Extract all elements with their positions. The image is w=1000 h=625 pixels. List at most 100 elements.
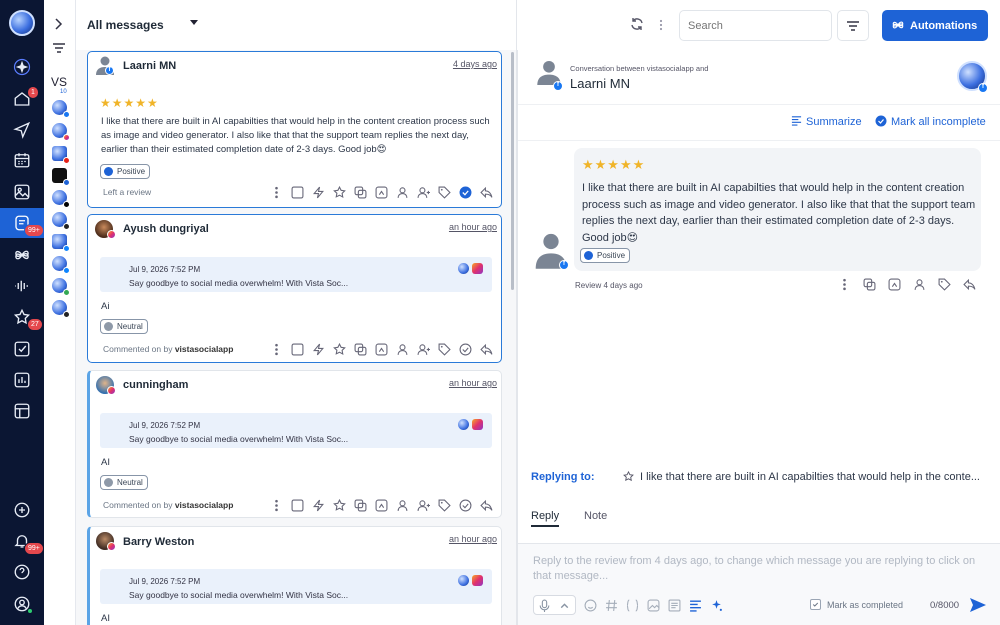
- filter-button[interactable]: [837, 10, 869, 41]
- summarize-icon[interactable]: [689, 599, 702, 612]
- nav-integrations[interactable]: [7, 240, 37, 270]
- complete-check-icon[interactable]: [459, 499, 472, 512]
- quoted-post[interactable]: Jul 9, 2026 7:52 PM Say goodbye to socia…: [100, 413, 492, 448]
- image-icon[interactable]: [375, 499, 388, 512]
- nav-home[interactable]: 1: [7, 84, 39, 114]
- reply-icon[interactable]: [480, 186, 493, 199]
- more-options-icon[interactable]: [270, 186, 283, 199]
- copy-icon[interactable]: [354, 499, 367, 512]
- nav-media[interactable]: [7, 177, 37, 207]
- hashtag-icon[interactable]: [605, 599, 618, 612]
- image-icon[interactable]: [375, 343, 388, 356]
- profile-avatar-tiktok[interactable]: [52, 168, 70, 186]
- summarize-button[interactable]: Summarize: [791, 115, 862, 128]
- checkbox[interactable]: [810, 599, 821, 610]
- nav-inbox[interactable]: 99+: [0, 208, 44, 238]
- profile-avatar-youtube[interactable]: [52, 146, 70, 164]
- message-card[interactable]: Barry Weston an hour ago Jul 9, 2026 7:5…: [87, 526, 502, 625]
- reply-icon[interactable]: [963, 278, 976, 291]
- ai-assistant-icon[interactable]: [710, 599, 723, 612]
- profile-avatar-appstore[interactable]: [52, 256, 70, 274]
- send-button[interactable]: [968, 595, 988, 618]
- assign-user-icon[interactable]: [396, 499, 409, 512]
- nav-reports[interactable]: [7, 365, 37, 395]
- quoted-post[interactable]: Jul 9, 2026 7:52 PM Say goodbye to socia…: [100, 569, 492, 604]
- assign-user-icon[interactable]: [396, 186, 409, 199]
- profile-avatar-facebook[interactable]: [52, 100, 70, 118]
- reply-input[interactable]: Reply to the review from 4 days ago, to …: [533, 554, 978, 584]
- review-message-bubble[interactable]: ★★★★★ I like that there are built in AI …: [574, 148, 981, 271]
- saved-replies-icon[interactable]: [668, 599, 681, 612]
- image-upload-icon[interactable]: [647, 599, 660, 612]
- user-account-icon[interactable]: [7, 589, 37, 619]
- message-card[interactable]: cunningham an hour ago Jul 9, 2026 7:52 …: [87, 370, 502, 518]
- tag-icon[interactable]: [438, 499, 451, 512]
- refresh-icon[interactable]: [630, 17, 644, 34]
- notifications-bell-icon[interactable]: 99+: [7, 526, 44, 556]
- select-checkbox-icon[interactable]: [291, 186, 304, 199]
- assign-user-icon[interactable]: [396, 343, 409, 356]
- assign-team-icon[interactable]: [417, 186, 430, 199]
- profile-avatar-googleplay[interactable]: [52, 278, 70, 296]
- nav-reviews[interactable]: 27: [7, 302, 43, 332]
- profile-avatar-bluesky[interactable]: [52, 234, 70, 252]
- more-options-icon[interactable]: [838, 278, 851, 291]
- copy-icon[interactable]: [354, 343, 367, 356]
- vista-logo-icon[interactable]: [9, 10, 35, 36]
- caret-down-icon[interactable]: [190, 20, 198, 25]
- reply-icon[interactable]: [480, 499, 493, 512]
- star-icon[interactable]: [333, 343, 346, 356]
- image-icon[interactable]: [375, 186, 388, 199]
- quoted-post[interactable]: Jul 9, 2026 7:52 PM Say goodbye to socia…: [100, 257, 492, 292]
- list-scrollbar[interactable]: [511, 52, 514, 290]
- assign-team-icon[interactable]: [417, 343, 430, 356]
- star-icon[interactable]: [333, 186, 346, 199]
- message-time[interactable]: an hour ago: [449, 378, 497, 388]
- assign-team-icon[interactable]: [417, 499, 430, 512]
- tag-icon[interactable]: [938, 278, 951, 291]
- ai-assist-icon[interactable]: [312, 499, 325, 512]
- emoji-icon[interactable]: [584, 599, 597, 612]
- nav-publish[interactable]: [7, 115, 37, 145]
- expand-chevron-icon[interactable]: [54, 17, 64, 33]
- mark-all-incomplete-button[interactable]: Mark all incomplete: [875, 115, 986, 128]
- image-icon[interactable]: [888, 278, 901, 291]
- tab-note[interactable]: Note: [584, 510, 607, 522]
- variables-icon[interactable]: [626, 599, 639, 612]
- select-checkbox-icon[interactable]: [291, 343, 304, 356]
- nav-templates[interactable]: [7, 396, 37, 426]
- ai-assist-icon[interactable]: [312, 343, 325, 356]
- profile-avatar-other[interactable]: [52, 300, 70, 318]
- copy-icon[interactable]: [863, 278, 876, 291]
- more-options-icon[interactable]: [270, 499, 283, 512]
- nav-tasks[interactable]: [7, 334, 37, 364]
- profile-filter-icon[interactable]: [53, 42, 65, 56]
- automations-button[interactable]: Automations: [882, 10, 988, 41]
- message-card[interactable]: f Laarni MN 4 days ago ★★★★★ I like that…: [87, 51, 502, 208]
- tab-reply[interactable]: Reply: [531, 510, 560, 527]
- add-icon[interactable]: [7, 495, 37, 525]
- help-icon[interactable]: [7, 557, 37, 587]
- reply-icon[interactable]: [480, 343, 493, 356]
- reply-composer[interactable]: Reply to the review from 4 days ago, to …: [518, 543, 1000, 625]
- more-options-icon[interactable]: [658, 18, 664, 35]
- mark-as-completed-checkbox[interactable]: Mark as completed: [810, 599, 903, 610]
- search-input[interactable]: [679, 10, 832, 41]
- message-card[interactable]: Ayush dungriyal an hour ago Jul 9, 2026 …: [87, 214, 502, 363]
- profile-avatar-x[interactable]: [52, 190, 70, 208]
- message-time[interactable]: an hour ago: [449, 222, 497, 232]
- profile-group-label[interactable]: VS: [51, 75, 67, 89]
- tag-icon[interactable]: [438, 186, 451, 199]
- message-filter-select[interactable]: All messages: [87, 18, 164, 32]
- message-time[interactable]: an hour ago: [449, 534, 497, 544]
- nav-calendar[interactable]: [7, 145, 37, 175]
- profile-avatar-threads[interactable]: [52, 212, 70, 230]
- ai-assist-icon[interactable]: [312, 186, 325, 199]
- message-time[interactable]: 4 days ago: [453, 59, 497, 69]
- assign-user-icon[interactable]: [913, 278, 926, 291]
- complete-check-icon[interactable]: [459, 343, 472, 356]
- select-checkbox-icon[interactable]: [291, 499, 304, 512]
- profile-avatar-instagram[interactable]: [52, 123, 70, 141]
- copy-icon[interactable]: [354, 186, 367, 199]
- more-options-icon[interactable]: [270, 343, 283, 356]
